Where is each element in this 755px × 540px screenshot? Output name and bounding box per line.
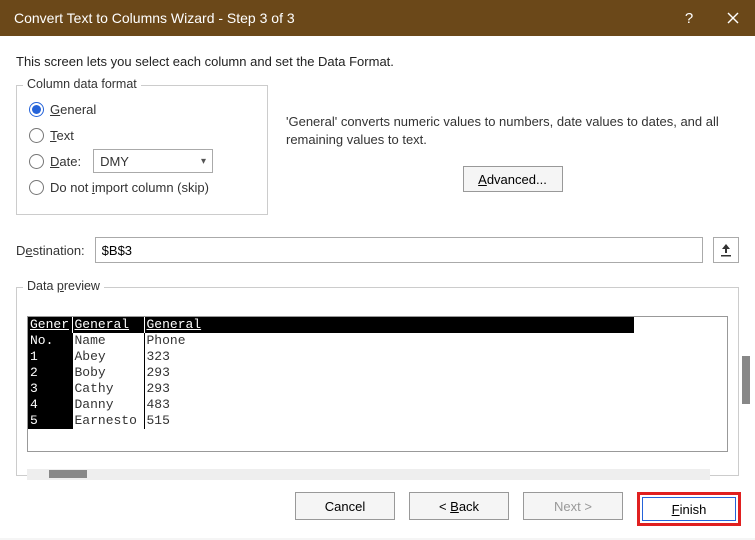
table-row: 4Danny483 (28, 397, 634, 413)
finish-button[interactable]: Finish (642, 497, 736, 521)
radio-general-row[interactable]: General (29, 96, 255, 122)
close-icon (727, 12, 739, 24)
table-row: No.NamePhone (28, 333, 634, 349)
chevron-down-icon: ▾ (201, 156, 206, 167)
destination-label: Destination: (16, 243, 85, 258)
radio-general-label[interactable]: General (50, 102, 96, 117)
cancel-button[interactable]: Cancel (295, 492, 395, 520)
radio-text-row[interactable]: Text (29, 122, 255, 148)
vertical-scrollbar[interactable] (742, 356, 750, 404)
radio-date[interactable] (29, 154, 44, 169)
destination-row: Destination: (16, 237, 739, 263)
next-button: Next > (523, 492, 623, 520)
preview-header-row: Gener General General (28, 317, 634, 333)
radio-text[interactable] (29, 128, 44, 143)
finish-button-highlight: Finish (637, 492, 741, 526)
format-description: 'General' converts numeric values to num… (286, 113, 739, 148)
table-row: 3Cathy293 (28, 381, 634, 397)
preview-col-header[interactable]: General (144, 317, 634, 333)
preview-col-header[interactable]: Gener (28, 317, 72, 333)
advanced-button[interactable]: Advanced... (463, 166, 563, 192)
dialog-content: This screen lets you select each column … (0, 36, 755, 476)
help-button[interactable]: ? (667, 0, 711, 36)
instruction-text: This screen lets you select each column … (16, 54, 739, 69)
column-data-format-group: Column data format General Text Date: DM… (16, 85, 268, 215)
radio-skip-label[interactable]: Do not import column (skip) (50, 180, 209, 195)
radio-skip[interactable] (29, 180, 44, 195)
upper-row: Column data format General Text Date: DM… (16, 85, 739, 215)
preview-table: Gener General General No.NamePhone 1Abey… (28, 317, 634, 429)
dialog-footer: Cancel < Back Next > Finish (0, 476, 755, 540)
date-format-select[interactable]: DMY ▾ (93, 149, 213, 173)
preview-wrap: Gener General General No.NamePhone 1Abey… (27, 316, 728, 452)
range-picker-button[interactable] (713, 237, 739, 263)
format-legend: Column data format (23, 77, 141, 91)
radio-general[interactable] (29, 102, 44, 117)
scrollbar-thumb[interactable] (49, 470, 87, 478)
titlebar: Convert Text to Columns Wizard - Step 3 … (0, 0, 755, 36)
radio-date-label[interactable]: Date: (50, 154, 81, 169)
back-button[interactable]: < Back (409, 492, 509, 520)
preview-box[interactable]: Gener General General No.NamePhone 1Abey… (27, 316, 728, 452)
table-row: 2Boby293 (28, 365, 634, 381)
table-row: 5Earnesto515 (28, 413, 634, 429)
destination-input[interactable] (95, 237, 703, 263)
dialog-title: Convert Text to Columns Wizard - Step 3 … (14, 10, 667, 26)
format-description-col: 'General' converts numeric values to num… (286, 85, 739, 192)
date-format-value: DMY (100, 154, 129, 169)
preview-col-header[interactable]: General (72, 317, 144, 333)
arrow-up-icon (720, 243, 732, 257)
horizontal-scrollbar[interactable] (27, 469, 710, 480)
preview-legend: Data preview (23, 279, 104, 293)
data-preview-group: Data preview Gener General General No.Na… (16, 287, 739, 476)
radio-skip-row[interactable]: Do not import column (skip) (29, 174, 255, 200)
dialog-window: Convert Text to Columns Wizard - Step 3 … (0, 0, 755, 538)
close-button[interactable] (711, 0, 755, 36)
table-row: 1Abey323 (28, 349, 634, 365)
radio-date-row[interactable]: Date: DMY ▾ (29, 148, 255, 174)
radio-text-label[interactable]: Text (50, 128, 74, 143)
